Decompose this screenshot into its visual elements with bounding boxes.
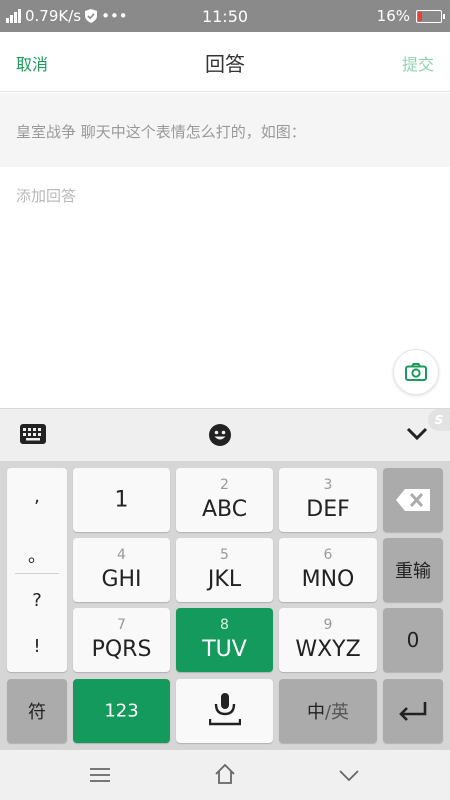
key-5-letters: JKL	[207, 567, 242, 592]
key-5-number: 5	[220, 547, 229, 563]
status-right: 16%	[376, 7, 445, 25]
keyboard-icon[interactable]	[20, 424, 46, 444]
key-7-pqrs[interactable]: 7 PQRS	[73, 608, 170, 672]
emoji-icon[interactable]	[208, 423, 232, 447]
battery-icon	[416, 9, 445, 23]
top-bar: 取消 回答 提交	[0, 32, 450, 92]
question-text: 皇室战争 聊天中这个表情怎么打的，如图：	[0, 93, 450, 167]
language-toggle-label: 中/英	[279, 698, 377, 724]
key-1-label: 1	[114, 487, 129, 513]
chevron-down-icon[interactable]	[406, 427, 428, 441]
key-4-number: 4	[117, 547, 126, 563]
battery-fill	[418, 11, 422, 21]
navigation-bar	[0, 750, 450, 800]
lang-zh: 中	[306, 702, 325, 723]
key-4-letters: GHI	[101, 567, 142, 592]
key-9-wxyz[interactable]: 9 WXYZ	[279, 608, 377, 672]
key-3-def[interactable]: 3 DEF	[279, 468, 377, 532]
key-2-abc[interactable]: 2 ABC	[176, 468, 273, 532]
backspace-icon	[396, 489, 430, 511]
punct-exclaim[interactable]: !	[7, 636, 67, 657]
retype-key[interactable]: 重输	[383, 538, 443, 602]
battery-percent: 16%	[376, 7, 410, 25]
symbol-key[interactable]: 符	[7, 679, 67, 743]
keyboard: , 。 ? ! 1 2 ABC 3 DEF 4 GHI 5 JKL 6 MNO …	[0, 461, 450, 750]
punctuation-column[interactable]: , 。 ? !	[7, 468, 67, 672]
key-6-mno[interactable]: 6 MNO	[279, 538, 377, 602]
key-2-letters: ABC	[201, 497, 248, 522]
retype-label: 重输	[395, 561, 431, 582]
key-2-number: 2	[220, 477, 229, 493]
numeric-key[interactable]: 123	[73, 679, 170, 743]
key-9-letters: WXYZ	[295, 637, 361, 662]
key-8-number: 8	[220, 617, 229, 633]
camera-icon	[405, 363, 427, 381]
key-5-jkl[interactable]: 5 JKL	[176, 538, 273, 602]
key-3-number: 3	[323, 477, 333, 493]
backspace-key[interactable]	[383, 468, 443, 532]
key-1[interactable]: 1	[73, 468, 170, 532]
key-4-ghi[interactable]: 4 GHI	[73, 538, 170, 602]
enter-key[interactable]	[383, 679, 443, 743]
punct-period[interactable]: 。	[7, 542, 67, 568]
enter-icon	[399, 702, 427, 721]
punct-comma[interactable]: ,	[7, 486, 67, 507]
answer-input[interactable]: 添加回答	[0, 167, 450, 408]
key-8-letters: TUV	[202, 637, 247, 662]
key-7-letters: PQRS	[91, 637, 152, 662]
key-3-letters: DEF	[306, 497, 350, 522]
key-0-label: 0	[406, 628, 420, 652]
sogou-logo-icon: S	[428, 409, 450, 431]
menu-icon[interactable]	[90, 768, 110, 782]
key-7-number: 7	[117, 617, 126, 633]
key-6-letters: MNO	[301, 567, 355, 592]
language-toggle-key[interactable]: 中/英	[279, 679, 377, 743]
key-0[interactable]: 0	[383, 608, 443, 672]
status-bar: 0.79K/s ••• 11:50 16%	[0, 0, 450, 32]
submit-button[interactable]: 提交	[402, 51, 434, 75]
microphone-icon	[209, 693, 241, 726]
page-title: 回答	[205, 52, 245, 76]
home-icon[interactable]	[215, 764, 235, 784]
symbol-label: 符	[28, 702, 46, 723]
punct-divider	[15, 573, 59, 574]
key-8-tuv[interactable]: 8 TUV	[176, 608, 273, 672]
punct-question[interactable]: ?	[7, 590, 67, 611]
key-9-number: 9	[323, 617, 333, 633]
key-6-number: 6	[323, 547, 333, 563]
answer-placeholder: 添加回答	[16, 187, 77, 205]
space-voice-key[interactable]	[176, 679, 273, 743]
numeric-label: 123	[104, 700, 139, 722]
lang-en: 英	[331, 702, 350, 723]
keyboard-toolbar: S	[0, 408, 450, 461]
back-icon[interactable]	[339, 770, 359, 782]
camera-button[interactable]	[393, 349, 439, 395]
